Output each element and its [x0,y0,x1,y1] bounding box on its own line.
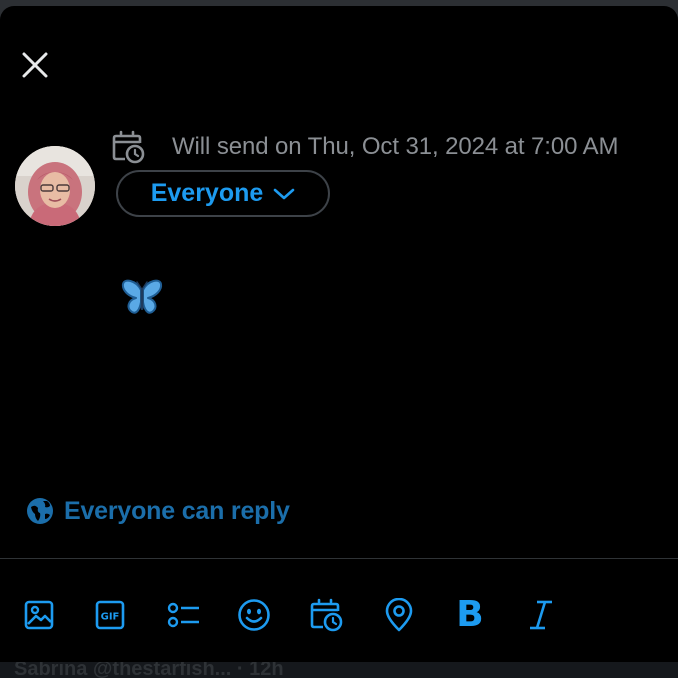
reply-setting-label: Everyone can reply [64,496,290,525]
gif-icon: GIF [95,600,125,630]
add-emoji-button[interactable] [231,592,277,638]
gif-label: GIF [101,612,120,623]
bold-icon: B [456,594,484,635]
schedule-icon [110,130,146,164]
add-poll-button[interactable] [160,592,206,638]
location-icon [385,598,413,632]
image-icon [24,600,54,630]
schedule-text: Will send on Thu, Oct 31, 2024 at 7:00 A… [172,133,619,160]
compose-modal: Will send on Thu, Oct 31, 2024 at 7:00 A… [0,6,678,668]
close-button[interactable] [14,44,56,86]
toolbar-divider [0,558,678,559]
butterfly-emoji [121,279,163,314]
avatar-image [15,146,95,226]
emoji-icon [238,599,270,631]
avatar[interactable] [15,146,95,226]
bold-button[interactable]: B [447,592,493,638]
globe-icon [27,498,53,524]
schedule-post-button[interactable] [303,592,349,638]
chevron-down-icon [273,188,295,199]
poll-icon [167,602,199,628]
audience-label: Everyone [150,179,264,207]
background-post-header: Sabrina @thestarfish... · 12h [14,662,284,678]
background-timeline: Sabrina @thestarfish... · 12h [0,662,678,678]
italic-button[interactable] [518,592,564,638]
post-text-area[interactable] [120,278,164,320]
italic-icon [530,600,552,630]
close-icon [22,52,48,78]
reply-setting-button[interactable]: Everyone can reply [26,494,290,528]
add-gif-button[interactable]: GIF [87,592,133,638]
schedule-info: Will send on Thu, Oct 31, 2024 at 7:00 A… [110,130,618,164]
add-media-button[interactable] [16,592,62,638]
schedule-icon [310,598,343,632]
tag-location-button[interactable] [376,592,422,638]
audience-button[interactable]: Everyone [116,170,330,217]
compose-toolbar: GIF B [0,592,678,638]
